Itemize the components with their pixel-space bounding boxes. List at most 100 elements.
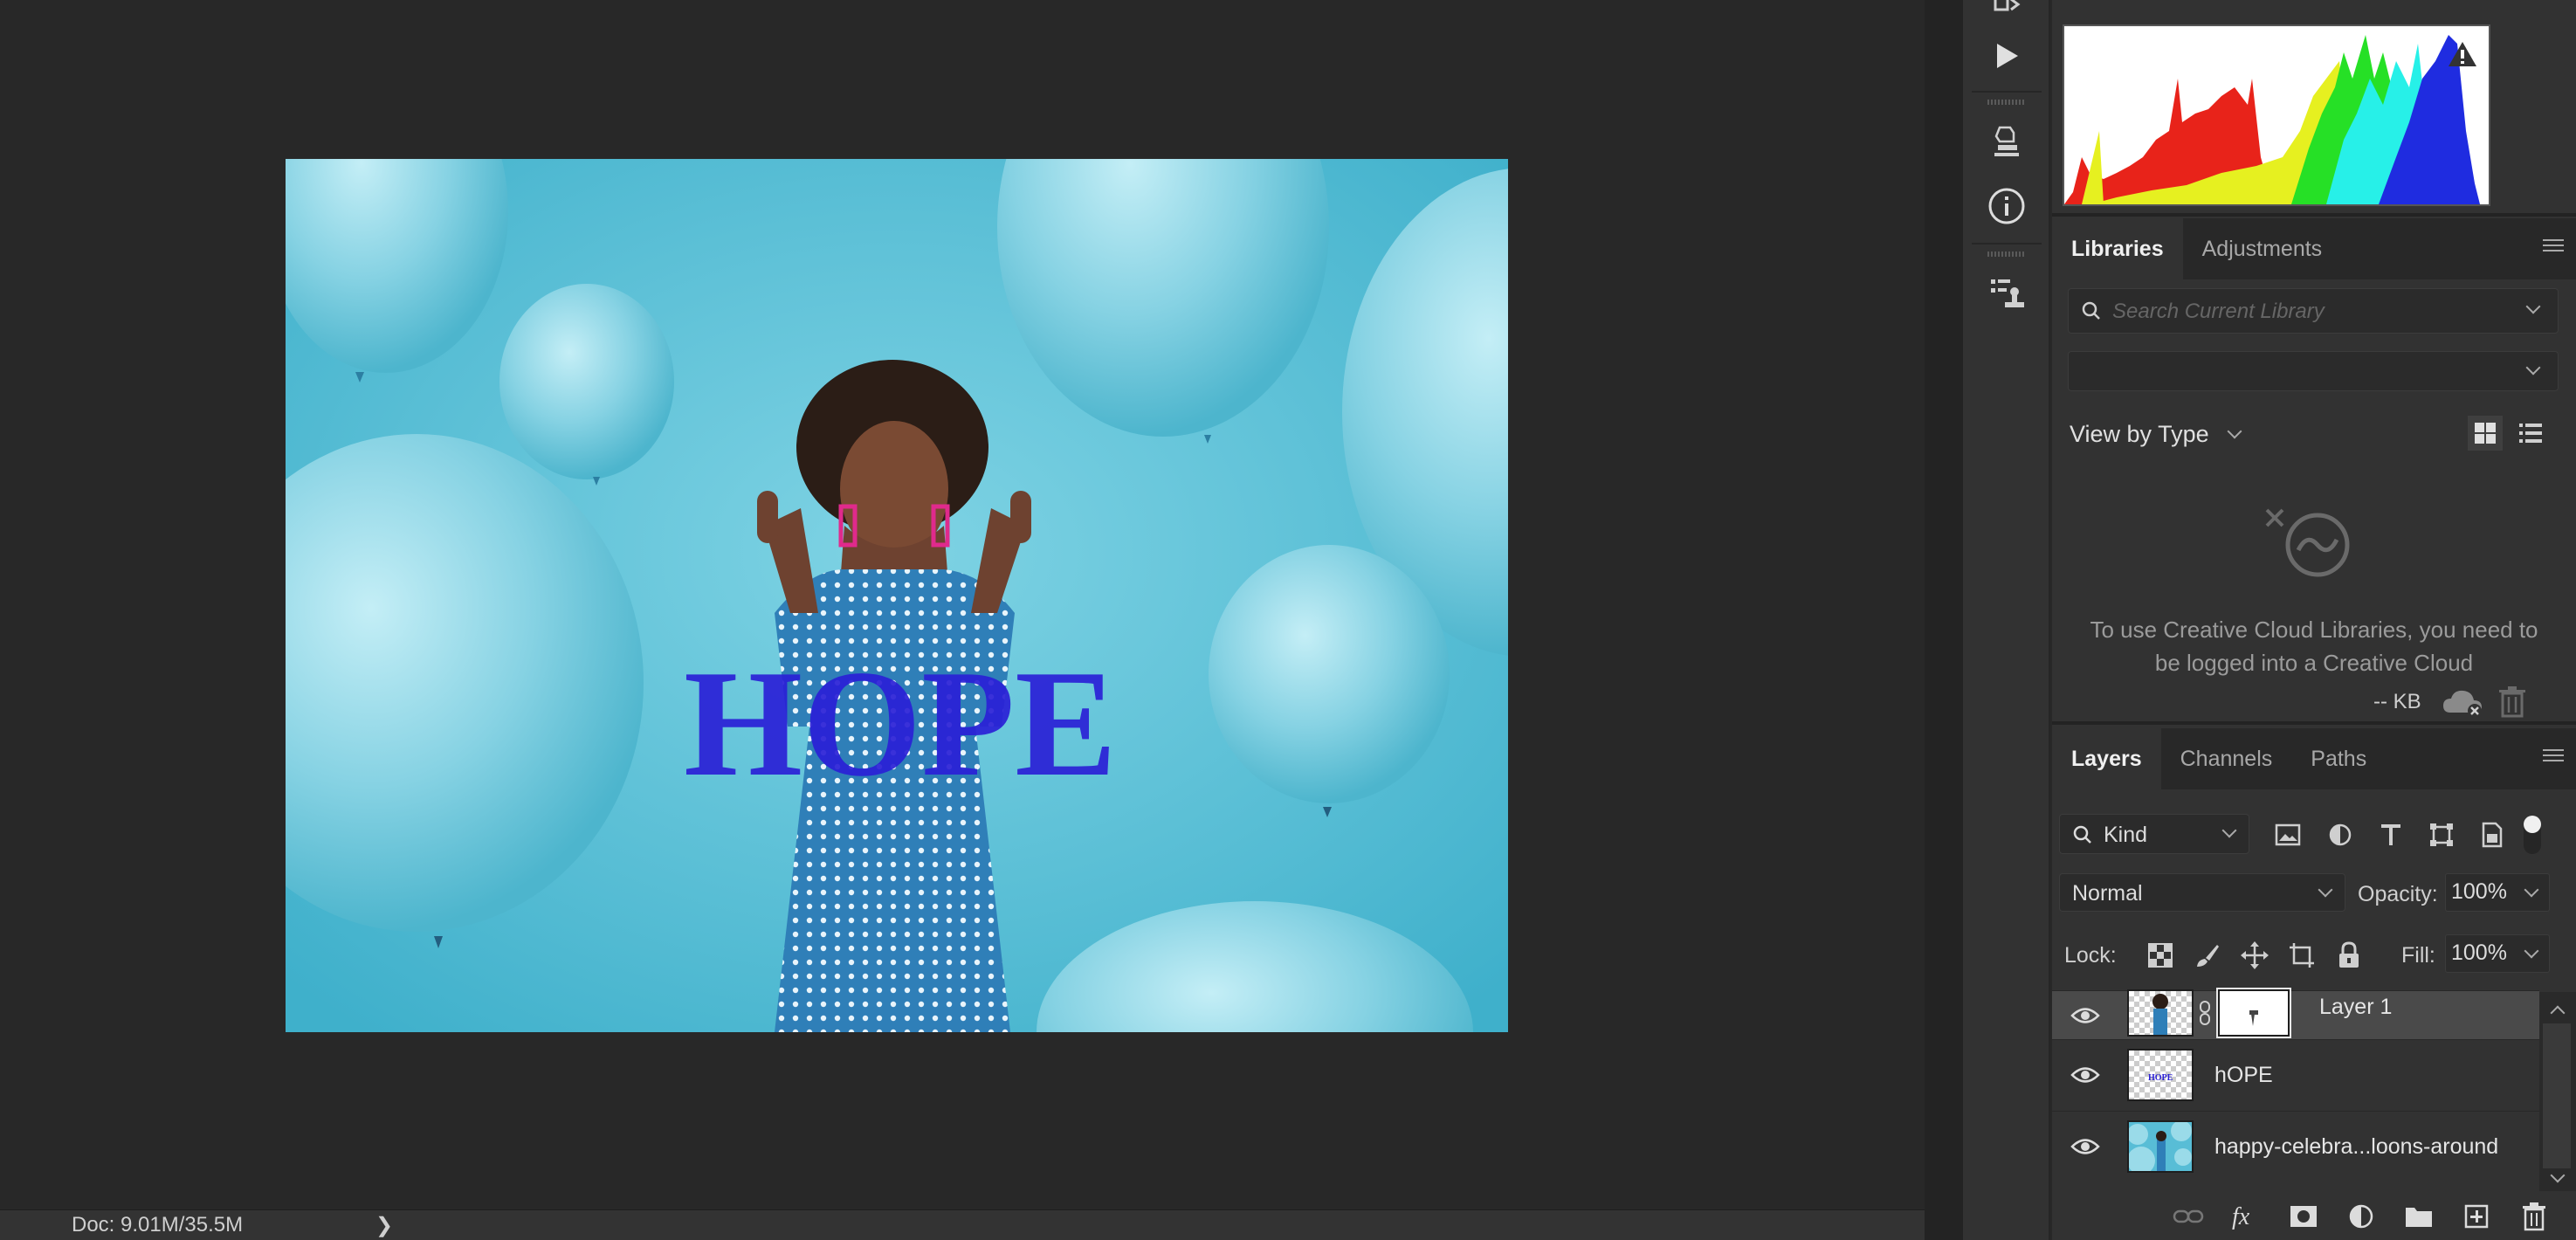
grip-handle[interactable]: [1987, 100, 2026, 105]
svg-text:HOPE: HOPE: [2148, 1073, 2173, 1083]
panel-separator[interactable]: [1925, 0, 1963, 1240]
libraries-empty-message: To use Creative Cloud Libraries, you nee…: [2090, 617, 2538, 676]
layers-footer: fx: [2052, 1193, 2576, 1240]
new-layer-icon[interactable]: [2461, 1201, 2492, 1232]
tab-adjustments[interactable]: Adjustments: [2183, 218, 2342, 279]
lock-all-icon[interactable]: [2331, 938, 2366, 973]
fx-icon[interactable]: fx: [2230, 1201, 2262, 1232]
layer-thumbnail[interactable]: [2127, 989, 2194, 1037]
tab-paths[interactable]: Paths: [2291, 728, 2386, 789]
tab-layers[interactable]: Layers: [2052, 728, 2161, 789]
layer-mask-thumbnail[interactable]: [2216, 988, 2291, 1038]
search-placeholder: Search Current Library: [2112, 300, 2325, 323]
canvas-area[interactable]: HOPE Doc: 9.01M/35.5M ❯: [0, 0, 1925, 1240]
search-icon: [2073, 825, 2091, 844]
hope-text: HOPE: [684, 638, 1117, 808]
chevron-up-icon[interactable]: [2550, 1005, 2566, 1021]
layer-row-hope[interactable]: HOPE hOPE: [2052, 1039, 2539, 1111]
status-bar: Doc: 9.01M/35.5M ❯: [0, 1209, 1925, 1240]
chevron-down-icon: [2318, 882, 2333, 898]
chevron-down-icon: [2525, 299, 2541, 314]
chevron-down-icon: [2524, 882, 2539, 898]
play-icon[interactable]: [1982, 31, 2031, 80]
layers-menu-icon[interactable]: [2543, 749, 2564, 767]
pixel-filter-icon[interactable]: [2270, 817, 2305, 852]
storage-label: -- KB: [2373, 690, 2421, 713]
library-select-dropdown[interactable]: [2068, 351, 2559, 391]
library-search-input[interactable]: Search Current Library: [2068, 288, 2559, 334]
trash-icon[interactable]: [2497, 685, 2527, 722]
layer-thumbnail[interactable]: HOPE: [2127, 1049, 2194, 1101]
doc-size-info: Doc: 9.01M/35.5M: [72, 1213, 244, 1237]
link-icon[interactable]: [2173, 1201, 2204, 1232]
layer-row-layer-1[interactable]: Layer 1: [2052, 988, 2539, 1039]
document-image[interactable]: HOPE: [286, 159, 1508, 1032]
chevron-down-icon: [2524, 943, 2539, 959]
fill-value: 100%: [2451, 940, 2507, 965]
grip-handle[interactable]: [1987, 251, 2026, 257]
smart-object-filter-icon[interactable]: [2475, 817, 2510, 852]
status-menu-arrow[interactable]: ❯: [375, 1213, 393, 1238]
clone-source-icon[interactable]: [1982, 269, 2031, 318]
panel-icon-strip: [1963, 0, 2050, 1240]
opacity-label: Opacity:: [2358, 882, 2438, 906]
scrollbar-thumb[interactable]: [2543, 1023, 2571, 1168]
lock-transparent-pixels-icon[interactable]: [2143, 938, 2178, 973]
lock-position-icon[interactable]: [2237, 938, 2272, 973]
filter-toggle[interactable]: [2524, 816, 2541, 854]
adjustment-icon[interactable]: [2345, 1201, 2377, 1232]
blend-mode-value: Normal: [2072, 881, 2143, 906]
fill-input[interactable]: 100%: [2445, 934, 2550, 973]
layers-scrollbar[interactable]: [2539, 992, 2576, 1191]
3d-material-icon[interactable]: [1982, 117, 2031, 166]
tab-channels[interactable]: Channels: [2161, 728, 2292, 789]
trash-icon[interactable]: [2518, 1201, 2550, 1232]
visibility-eye-icon[interactable]: [2068, 1129, 2103, 1164]
chevron-down-icon[interactable]: [2550, 1168, 2566, 1183]
mask-icon[interactable]: [2288, 1201, 2319, 1232]
history-icon[interactable]: [1982, 0, 2031, 30]
layer-thumbnail[interactable]: [2127, 1120, 2194, 1175]
creative-cloud-disconnected-icon: [2263, 506, 2368, 584]
histogram-graph: [2063, 24, 2490, 206]
lock-image-pixels-icon[interactable]: [2190, 938, 2225, 973]
lock-artboard-icon[interactable]: [2284, 938, 2319, 973]
adjustment-filter-icon[interactable]: [2323, 817, 2358, 852]
opacity-value: 100%: [2451, 879, 2507, 904]
shape-filter-icon[interactable]: [2424, 817, 2459, 852]
photo-balloons: HOPE: [286, 159, 1508, 1032]
view-by-label: View by Type: [2070, 421, 2209, 447]
layer-name[interactable]: Layer 1: [2319, 995, 2392, 1020]
cloud-sync-off-icon[interactable]: [2442, 688, 2485, 722]
libraries-tabbar: Libraries Adjustments: [2052, 218, 2576, 279]
libraries-panel: Libraries Adjustments Search Current Lib…: [2052, 218, 2576, 725]
list-view-icon[interactable]: [2513, 416, 2548, 451]
visibility-eye-icon[interactable]: [2068, 998, 2103, 1033]
folder-icon[interactable]: [2403, 1201, 2435, 1232]
strip-divider: [1972, 243, 2042, 245]
right-panels: Libraries Adjustments Search Current Lib…: [2052, 0, 2576, 1240]
chevron-down-icon: [2221, 823, 2237, 838]
layers-panel: Layers Channels Paths Kind Normal Opacit…: [2052, 728, 2576, 1240]
layer-name[interactable]: hOPE: [2214, 1063, 2273, 1088]
chevron-down-icon: [2227, 424, 2242, 439]
blend-mode-select[interactable]: Normal: [2059, 873, 2345, 912]
tab-libraries[interactable]: Libraries: [2052, 218, 2183, 279]
layer-name[interactable]: happy-celebra...loons-around: [2214, 1134, 2498, 1160]
layers-tabbar: Layers Channels Paths: [2052, 728, 2576, 789]
view-by-dropdown[interactable]: View by Type: [2070, 421, 2242, 448]
libraries-footer: -- KB: [2052, 681, 2576, 725]
layer-kind-filter[interactable]: Kind: [2059, 814, 2249, 854]
type-filter-icon[interactable]: [2373, 817, 2408, 852]
lock-label: Lock:: [2064, 943, 2117, 968]
grid-view-icon[interactable]: [2468, 416, 2503, 451]
libraries-menu-icon[interactable]: [2543, 239, 2564, 257]
chevron-down-icon: [2525, 360, 2541, 375]
opacity-input[interactable]: 100%: [2445, 873, 2550, 912]
strip-divider: [1972, 91, 2042, 93]
visibility-eye-icon[interactable]: [2068, 1057, 2103, 1092]
histogram-panel: [2052, 0, 2576, 217]
layer-row-background-photo[interactable]: happy-celebra...loons-around: [2052, 1111, 2539, 1182]
info-icon[interactable]: [1982, 182, 2031, 231]
mask-link-icon[interactable]: [2199, 1000, 2211, 1026]
